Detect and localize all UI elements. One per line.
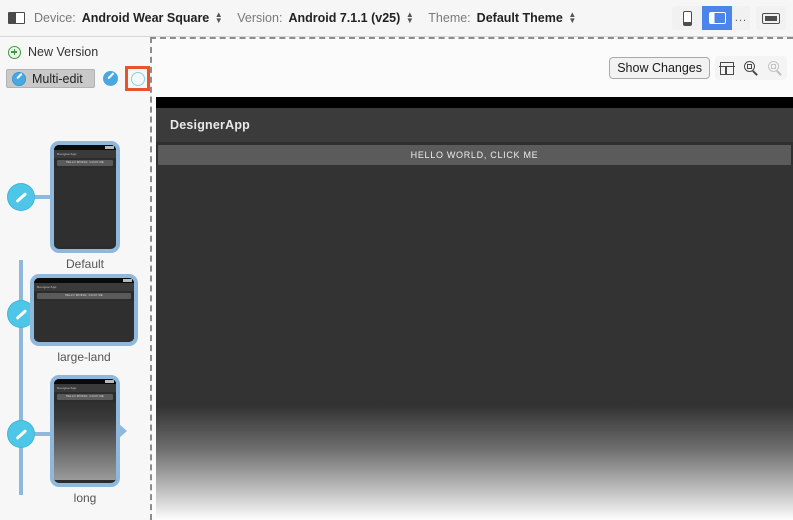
- preview-app-title: DesignerApp: [170, 118, 250, 132]
- ellipsis-icon: ...: [735, 12, 747, 24]
- phone-portrait-icon: [683, 11, 692, 26]
- split-layout-icon: [720, 62, 734, 75]
- zoom-fit-icon: [744, 61, 759, 76]
- device-icon: [8, 12, 25, 24]
- view-mode-toggles: ...: [672, 6, 793, 30]
- split-layout-button[interactable]: [715, 56, 739, 80]
- view-portrait-button[interactable]: [672, 6, 702, 30]
- view-wide-button[interactable]: [756, 6, 786, 30]
- view-more-button[interactable]: ...: [732, 6, 750, 30]
- device-dropdown-arrows[interactable]: ▲▼: [214, 12, 223, 24]
- tablet-wide-icon: [762, 13, 780, 24]
- phone-landscape-icon: [709, 12, 726, 24]
- preview-hello-button[interactable]: HELLO WORLD, CLICK ME: [158, 145, 791, 165]
- preview-status-bar: [156, 97, 793, 108]
- version-label: Version:: [237, 11, 282, 25]
- zoom-out-button: [763, 56, 787, 80]
- device-label: Device:: [34, 11, 76, 25]
- preview-content-area: [156, 165, 793, 520]
- theme-label: Theme:: [428, 11, 470, 25]
- zoom-controls-group: [715, 56, 787, 80]
- preview-toolbar: Show Changes: [609, 56, 787, 80]
- theme-value[interactable]: Default Theme: [477, 11, 563, 25]
- preview-hello-button-label: HELLO WORLD, CLICK ME: [411, 150, 539, 160]
- device-value[interactable]: Android Wear Square: [82, 11, 210, 25]
- zoom-out-icon: [768, 61, 783, 76]
- show-changes-button[interactable]: Show Changes: [609, 57, 710, 79]
- view-mode-group: ...: [672, 6, 750, 30]
- zoom-fit-button[interactable]: [739, 56, 763, 80]
- preview-pane: Show Changes Desig: [152, 39, 793, 520]
- designer-window: Device: Android Wear Square ▲▼ Version: …: [0, 0, 793, 520]
- version-dropdown-arrows[interactable]: ▲▼: [405, 12, 414, 24]
- toolbar-selectors: Device: Android Wear Square ▲▼ Version: …: [0, 11, 591, 25]
- top-toolbar: Device: Android Wear Square ▲▼ Version: …: [0, 0, 793, 37]
- view-landscape-button[interactable]: [702, 6, 732, 30]
- view-wide-group: [756, 6, 786, 30]
- device-preview[interactable]: DesignerApp HELLO WORLD, CLICK ME: [156, 97, 793, 520]
- preview-app-bar: DesignerApp: [156, 108, 793, 142]
- theme-dropdown-arrows[interactable]: ▲▼: [568, 12, 577, 24]
- version-value[interactable]: Android 7.1.1 (v25): [288, 11, 400, 25]
